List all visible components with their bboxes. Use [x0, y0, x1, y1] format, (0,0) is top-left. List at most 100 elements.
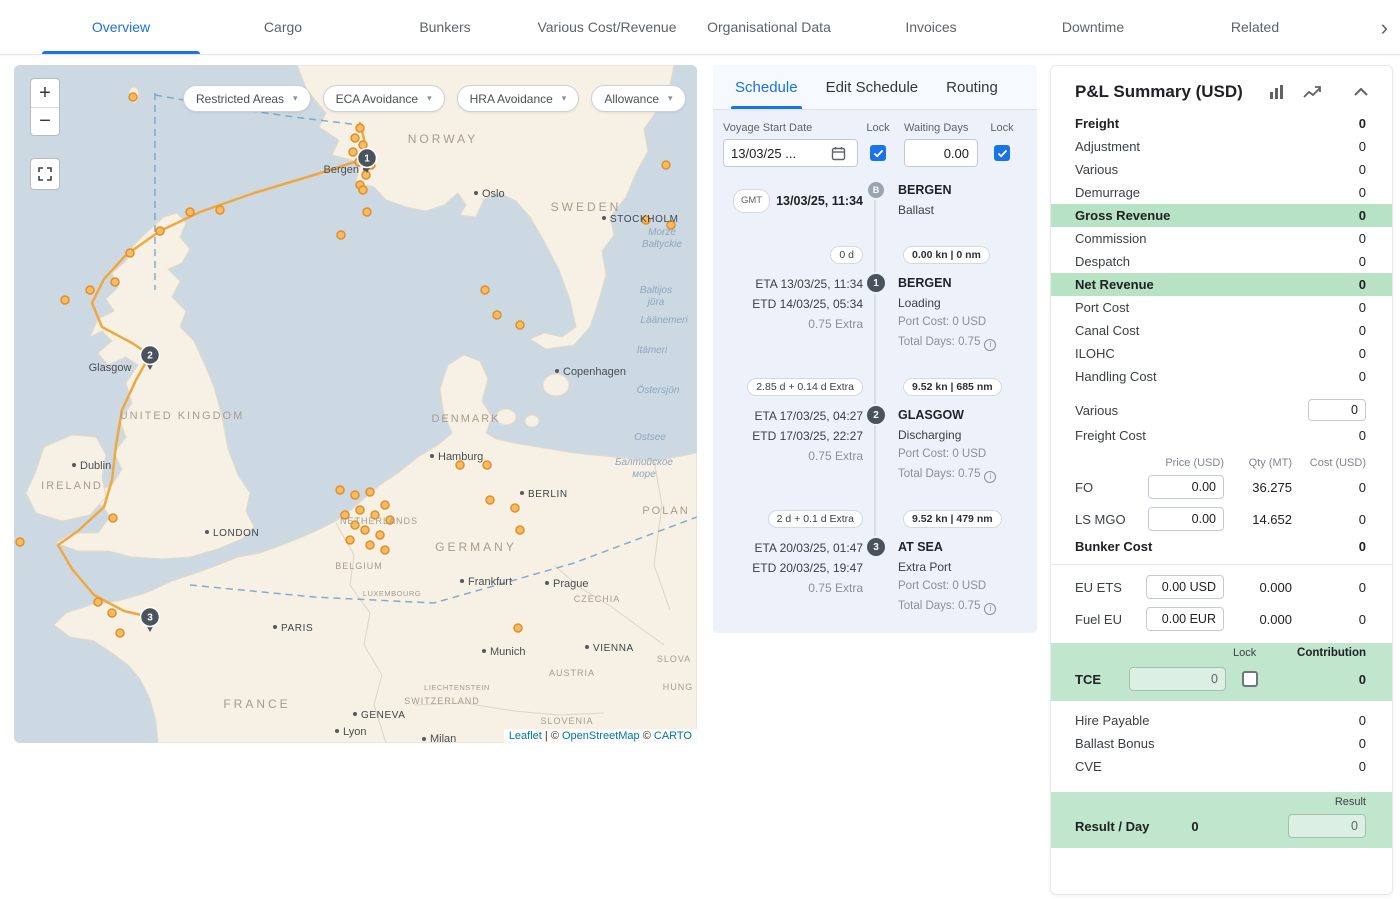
eu-ets-price-input[interactable]: [1146, 575, 1224, 599]
schedule-form: Voyage Start Date Lock Waiting Days: [713, 110, 1037, 173]
filter-restricted-areas[interactable]: Restricted Areas ▾: [183, 85, 311, 112]
nav-overflow-chevron-icon[interactable]: ›: [1375, 0, 1394, 55]
tab-downtime[interactable]: Downtime: [1012, 0, 1174, 54]
map-label-france: FRANCE: [223, 697, 290, 711]
row-label: Bunker Cost: [1075, 538, 1152, 555]
ets-label: Fuel EU: [1075, 612, 1144, 627]
row-value: 0: [1359, 427, 1366, 444]
tab-routing[interactable]: Routing: [932, 65, 1012, 109]
map-label-slovakia: SLOVA: [657, 654, 691, 664]
timeline-marker-1[interactable]: 1: [867, 274, 885, 292]
tab-organisational-data[interactable]: Organisational Data: [688, 0, 850, 54]
map-label-sea-morze-1: Morze: [648, 227, 676, 238]
tab-overview[interactable]: Overview: [40, 0, 202, 54]
tab-bunkers[interactable]: Bunkers: [364, 0, 526, 54]
row-value: 0: [1359, 735, 1366, 752]
port-activity: Ballast: [898, 201, 1029, 221]
pnl-row-various: Various0: [1051, 158, 1392, 181]
map-label-uk: UNITED KINGDOM: [120, 410, 245, 422]
trend-chart-icon[interactable]: [1303, 84, 1323, 100]
row-label: Commission: [1075, 230, 1147, 247]
timeline-leg: 2.85 d + 0.14 d Extra 9.52 kn | 685 nm E…: [715, 378, 1029, 484]
fit-bounds-icon: [36, 165, 54, 183]
map-label-munich: Munich: [490, 646, 525, 658]
map-label-sea-itameri: Itämeri: [637, 345, 668, 356]
row-label: Handling Cost: [1075, 368, 1157, 385]
filter-eca-avoidance[interactable]: ECA Avoidance ▾: [323, 85, 445, 112]
extra-days: 0.75 Extra: [715, 578, 863, 598]
tab-cargo[interactable]: Cargo: [202, 0, 364, 54]
tab-schedule[interactable]: Schedule: [721, 65, 812, 109]
tab-invoices[interactable]: Invoices: [850, 0, 1012, 54]
voyage-start-date-field[interactable]: [723, 139, 858, 167]
voyage-start-date-input[interactable]: [731, 146, 831, 161]
info-icon[interactable]: i: [984, 339, 996, 351]
info-icon[interactable]: i: [984, 603, 996, 615]
info-icon[interactable]: i: [984, 471, 996, 483]
fuel-eu-price-input[interactable]: [1146, 607, 1224, 631]
tab-edit-schedule[interactable]: Edit Schedule: [812, 65, 933, 109]
fit-bounds-button[interactable]: [30, 158, 60, 190]
timeline-marker-2[interactable]: 2: [867, 406, 885, 424]
calendar-icon[interactable]: [831, 146, 846, 161]
lsmgo-price-input[interactable]: [1148, 507, 1224, 531]
etd: ETD 14/03/25, 05:34: [715, 294, 863, 314]
timeline-marker-3[interactable]: 3: [867, 538, 885, 556]
tab-related[interactable]: Related: [1174, 0, 1336, 54]
result-input[interactable]: [1288, 814, 1366, 838]
port-name: BERGEN: [898, 274, 1029, 294]
fo-price-input[interactable]: [1148, 475, 1224, 499]
map-label-bergen: Bergen: [324, 164, 359, 176]
pnl-row-demurrage: Demurrage0: [1051, 181, 1392, 204]
tce-label: TCE: [1075, 672, 1129, 687]
row-value: 0: [1359, 299, 1366, 316]
tce-input[interactable]: [1129, 667, 1226, 691]
filter-hra-avoidance[interactable]: HRA Avoidance ▾: [457, 85, 580, 112]
filter-label: ECA Avoidance: [336, 92, 419, 106]
waiting-days-lock-checkbox[interactable]: [994, 145, 1010, 161]
waiting-days-input[interactable]: [904, 139, 978, 167]
tab-various-cost-revenue[interactable]: Various Cost/Revenue: [526, 0, 688, 54]
bar-chart-icon[interactable]: [1269, 84, 1285, 100]
zoom-out-button[interactable]: −: [31, 107, 59, 135]
zoom-in-button[interactable]: +: [31, 79, 59, 107]
pnl-title: P&L Summary (USD): [1075, 82, 1243, 102]
voyage-map[interactable]: NORWAY SWEDEN UNITED KINGDOM IRELAND NET…: [14, 65, 697, 743]
row-label: Gross Revenue: [1075, 207, 1170, 224]
port-name: GLASGOW: [898, 406, 1029, 426]
col-cost-header: Cost (USD): [1292, 457, 1366, 469]
pnl-row-handling-cost: Handling Cost0: [1051, 365, 1392, 388]
collapse-panel-chevron-icon[interactable]: [1354, 88, 1368, 96]
pnl-row-ilohc: ILOHC0: [1051, 342, 1392, 365]
map-label-glasgow: Glasgow: [89, 362, 132, 374]
chevron-down-icon: ▾: [668, 93, 673, 104]
chevron-down-icon: ▾: [562, 93, 567, 104]
map-label-sea-morze-2: Bałtyckie: [642, 239, 682, 250]
attribution-sep: | ©: [545, 730, 559, 742]
total-days: Total Days: 0.75i: [898, 333, 1029, 353]
timeline-leg: 2 d + 0.1 d Extra 9.52 kn | 479 nm ETA 2…: [715, 510, 1029, 616]
osm-link[interactable]: OpenStreetMap: [562, 730, 640, 742]
transit-time-badge: 2.85 d + 0.14 d Extra: [747, 378, 863, 396]
various-cost-input[interactable]: [1308, 399, 1366, 421]
pnl-row-adjustment: Adjustment0: [1051, 135, 1392, 158]
map-controls: + −: [30, 78, 60, 190]
tce-lock-checkbox[interactable]: [1242, 671, 1258, 687]
leaflet-link[interactable]: Leaflet: [509, 730, 542, 742]
port-name: BERGEN: [898, 181, 1029, 201]
section-divider: [1051, 564, 1392, 565]
carto-link[interactable]: CARTO: [654, 730, 692, 742]
bunker-row-lsmgo: LS MGO 14.652 0: [1051, 503, 1392, 535]
timeline-marker-ballast[interactable]: B: [868, 182, 884, 198]
row-value: 0: [1359, 230, 1366, 247]
map-attribution: Leaflet | © OpenStreetMap © CARTO: [504, 729, 697, 743]
voyage-start-lock-checkbox[interactable]: [870, 145, 886, 161]
filter-label: HRA Avoidance: [470, 92, 553, 106]
port-cost: Port Cost: 0 USD: [898, 313, 1029, 333]
row-value: 0: [1359, 161, 1366, 178]
contribution-label: Contribution: [1297, 647, 1366, 659]
result-section: Result Result / Day 0: [1051, 792, 1392, 848]
filter-allowance[interactable]: Allowance ▾: [591, 85, 685, 112]
pnl-row-commission: Commission 0: [1051, 227, 1392, 250]
map-label-vienna: VIENNA: [593, 643, 634, 654]
